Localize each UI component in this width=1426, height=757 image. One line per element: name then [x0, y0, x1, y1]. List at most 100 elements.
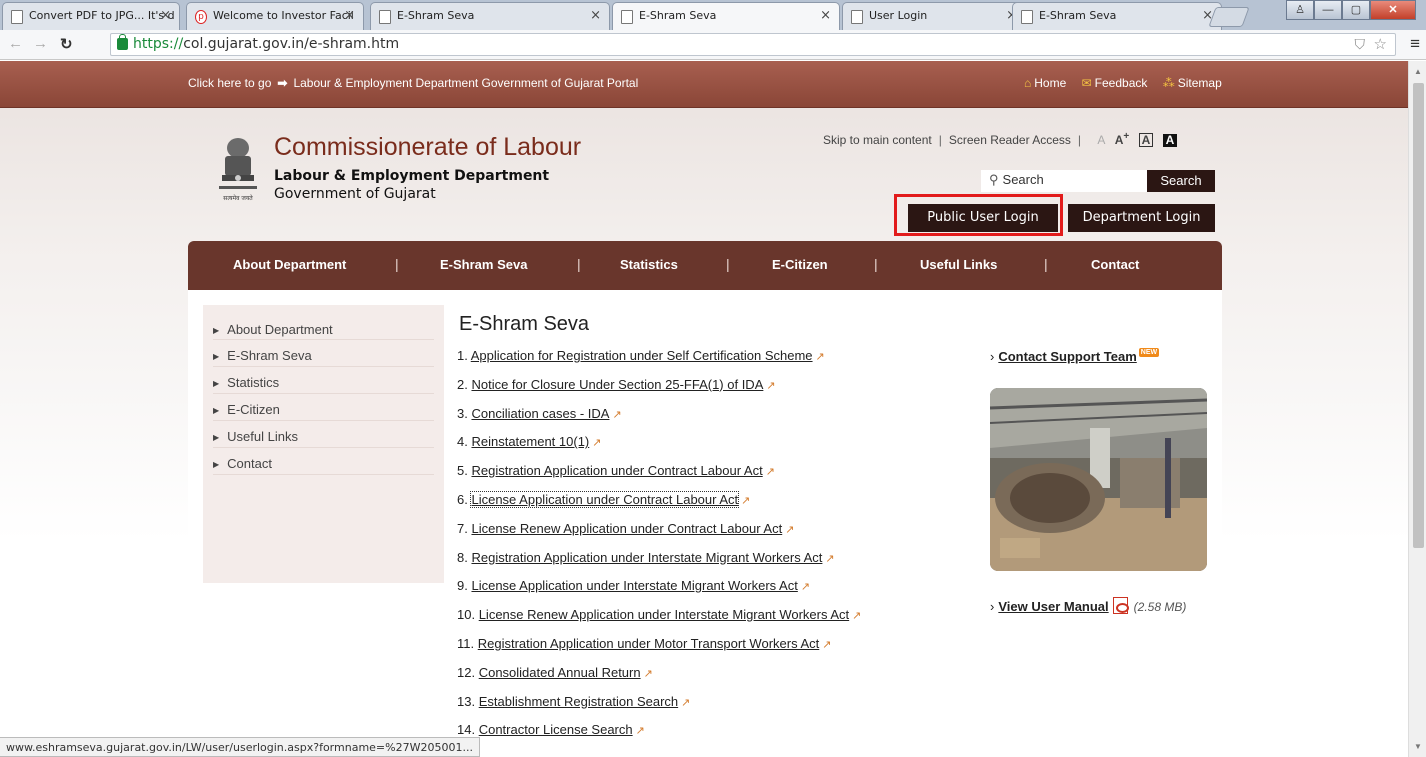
browser-tab[interactable]: E-Shram Seva × — [370, 2, 610, 30]
list-item: 8. Registration Application under Inters… — [457, 549, 835, 565]
sidebar-item-e-shram[interactable]: ▶ E-Shram Seva — [213, 340, 434, 367]
browser-tab[interactable]: User Login × — [842, 2, 1026, 30]
browser-tab[interactable]: E-Shram Seva × — [1012, 2, 1222, 30]
chevron-right-icon: › — [990, 599, 995, 614]
browser-tab[interactable]: p Welcome to Investor Facil × — [186, 2, 364, 30]
list-item: 6. License Application under Contract La… — [457, 490, 751, 508]
user-icon[interactable]: ♙ — [1286, 0, 1314, 20]
url-input[interactable]: https://col.gujarat.gov.in/e-shram.htm ⛉… — [110, 33, 1396, 56]
triangle-right-icon: ▶ — [213, 326, 220, 335]
pdf-icon — [1112, 597, 1129, 614]
reload-icon[interactable]: ↻ — [60, 35, 73, 53]
close-icon[interactable]: × — [590, 8, 601, 23]
service-link-focused[interactable]: License Application under Contract Labou… — [470, 490, 740, 508]
font-small-button[interactable]: A — [1097, 133, 1105, 147]
service-link[interactable]: Registration Application under Contract … — [471, 463, 762, 478]
service-link[interactable]: Registration Application under Interstat… — [471, 550, 822, 565]
chevron-right-icon: › — [990, 349, 995, 364]
service-link[interactable]: Application for Registration under Self … — [471, 348, 813, 363]
page-scrollbar[interactable]: ▲ ▼ — [1408, 61, 1426, 757]
screen-reader-link[interactable]: Screen Reader Access — [949, 133, 1071, 147]
service-link[interactable]: License Renew Application under Intersta… — [479, 607, 849, 622]
nav-separator: | — [1044, 256, 1048, 272]
sitemap-link[interactable]: ⁂ Sitemap — [1163, 76, 1228, 90]
close-icon[interactable]: × — [160, 8, 171, 23]
nav-contact[interactable]: Contact — [1091, 257, 1139, 272]
nav-about-department[interactable]: About Department — [233, 257, 346, 272]
list-item: 10. License Renew Application under Inte… — [457, 607, 862, 623]
url-text: col.gujarat.gov.in/e-shram.htm — [183, 36, 400, 52]
close-icon[interactable]: × — [344, 8, 355, 23]
close-window-icon[interactable]: ✕ — [1370, 0, 1416, 20]
service-link[interactable]: Registration Application under Motor Tra… — [478, 636, 820, 651]
external-link-icon: ↗ — [643, 667, 653, 680]
document-icon — [851, 10, 863, 24]
nav-e-shram-seva[interactable]: E-Shram Seva — [440, 257, 527, 272]
service-link[interactable]: Contractor License Search — [479, 722, 633, 737]
service-link[interactable]: License Renew Application under Contract… — [471, 521, 782, 536]
department-login-button[interactable]: Department Login — [1068, 204, 1215, 232]
scroll-down-icon[interactable]: ▼ — [1414, 742, 1422, 751]
browser-tab-active[interactable]: E-Shram Seva × — [612, 2, 840, 30]
page-viewport: Click here to go ➡ Labour & Employment Dep… — [0, 61, 1408, 757]
tab-title: E-Shram Seva — [397, 9, 475, 22]
sidebar: ▶ About Department ▶ E-Shram Seva ▶ Statist… — [203, 305, 444, 583]
mail-icon: ✉ — [1081, 76, 1092, 90]
contrast-normal-button[interactable]: A — [1138, 133, 1154, 147]
portal-link[interactable]: Click here to go ➡ Labour & Employment Dep… — [188, 76, 638, 90]
sidebar-item-contact[interactable]: ▶ Contact — [213, 448, 434, 475]
search-input[interactable]: ⚲ Search — [981, 170, 1147, 192]
maximize-icon[interactable]: ▢ — [1342, 0, 1370, 20]
forward-icon[interactable]: → — [33, 35, 48, 52]
tab-title: Convert PDF to JPG... It's d — [29, 9, 175, 22]
home-link[interactable]: ⌂ Home — [1024, 76, 1072, 90]
service-link[interactable]: Reinstatement 10(1) — [471, 434, 589, 449]
service-link[interactable]: Notice for Closure Under Section 25-FFA(… — [471, 377, 763, 392]
sidebar-item-useful-links[interactable]: ▶ Useful Links — [213, 421, 434, 448]
triangle-right-icon: ▶ — [213, 406, 220, 415]
nav-e-citizen[interactable]: E-Citizen — [772, 257, 828, 272]
external-link-icon: ↗ — [741, 494, 751, 507]
search-button[interactable]: Search — [1147, 170, 1215, 192]
user-manual: › View User Manual (2.58 MB) — [990, 597, 1186, 614]
list-item: 2. Notice for Closure Under Section 25-F… — [457, 376, 776, 392]
star-icon[interactable]: ☆ — [1374, 34, 1387, 55]
window-controls: ♙ — ▢ ✕ — [1286, 0, 1416, 20]
back-icon[interactable]: ← — [8, 35, 23, 52]
sidebar-item-statistics[interactable]: ▶ Statistics — [213, 367, 434, 394]
scroll-up-icon[interactable]: ▲ — [1414, 67, 1422, 76]
contact-support-link[interactable]: Contact Support Team — [998, 349, 1136, 364]
tab-title: E-Shram Seva — [639, 9, 717, 22]
shield-icon[interactable]: ⛉ — [1355, 35, 1366, 56]
sidebar-item-e-citizen[interactable]: ▶ E-Citizen — [213, 394, 434, 421]
scrollbar-thumb[interactable] — [1413, 83, 1424, 548]
close-icon[interactable]: × — [820, 8, 831, 23]
menu-icon[interactable]: ≡ — [1410, 34, 1420, 54]
font-large-button[interactable]: A+ — [1115, 131, 1130, 147]
skip-link[interactable]: Skip to main content — [823, 133, 932, 147]
service-link[interactable]: License Application under Interstate Mig… — [471, 578, 797, 593]
list-item: 12. Consolidated Annual Return ↗ — [457, 664, 653, 680]
user-manual-link[interactable]: View User Manual — [998, 599, 1108, 614]
new-tab-button[interactable] — [1208, 7, 1250, 27]
url-scheme: https:// — [133, 36, 184, 52]
minimize-icon[interactable]: — — [1314, 0, 1342, 20]
contrast-high-button[interactable]: A — [1162, 134, 1178, 147]
goto-prefix: Click here to go — [188, 76, 272, 90]
portal-link-label[interactable]: Labour & Employment Department Governmen… — [293, 76, 638, 90]
browser-tab[interactable]: Convert PDF to JPG... It's d × — [2, 2, 180, 30]
external-link-icon: ↗ — [765, 466, 775, 479]
service-link[interactable]: Conciliation cases - IDA — [471, 406, 609, 421]
sidebar-item-about[interactable]: ▶ About Department — [213, 313, 434, 340]
feedback-link[interactable]: ✉ Feedback — [1082, 76, 1154, 90]
external-link-icon: ↗ — [592, 437, 602, 450]
nav-statistics[interactable]: Statistics — [620, 257, 678, 272]
pinterest-icon: p — [195, 10, 207, 24]
sitemap-icon: ⁂ — [1162, 76, 1175, 90]
nav-useful-links[interactable]: Useful Links — [920, 257, 997, 272]
service-link[interactable]: Consolidated Annual Return — [479, 665, 641, 680]
service-link[interactable]: Establishment Registration Search — [479, 694, 678, 709]
list-item: 7. License Renew Application under Contr… — [457, 520, 795, 536]
external-link-icon: ↗ — [766, 379, 776, 392]
gov-name: Government of Gujarat — [274, 186, 436, 202]
